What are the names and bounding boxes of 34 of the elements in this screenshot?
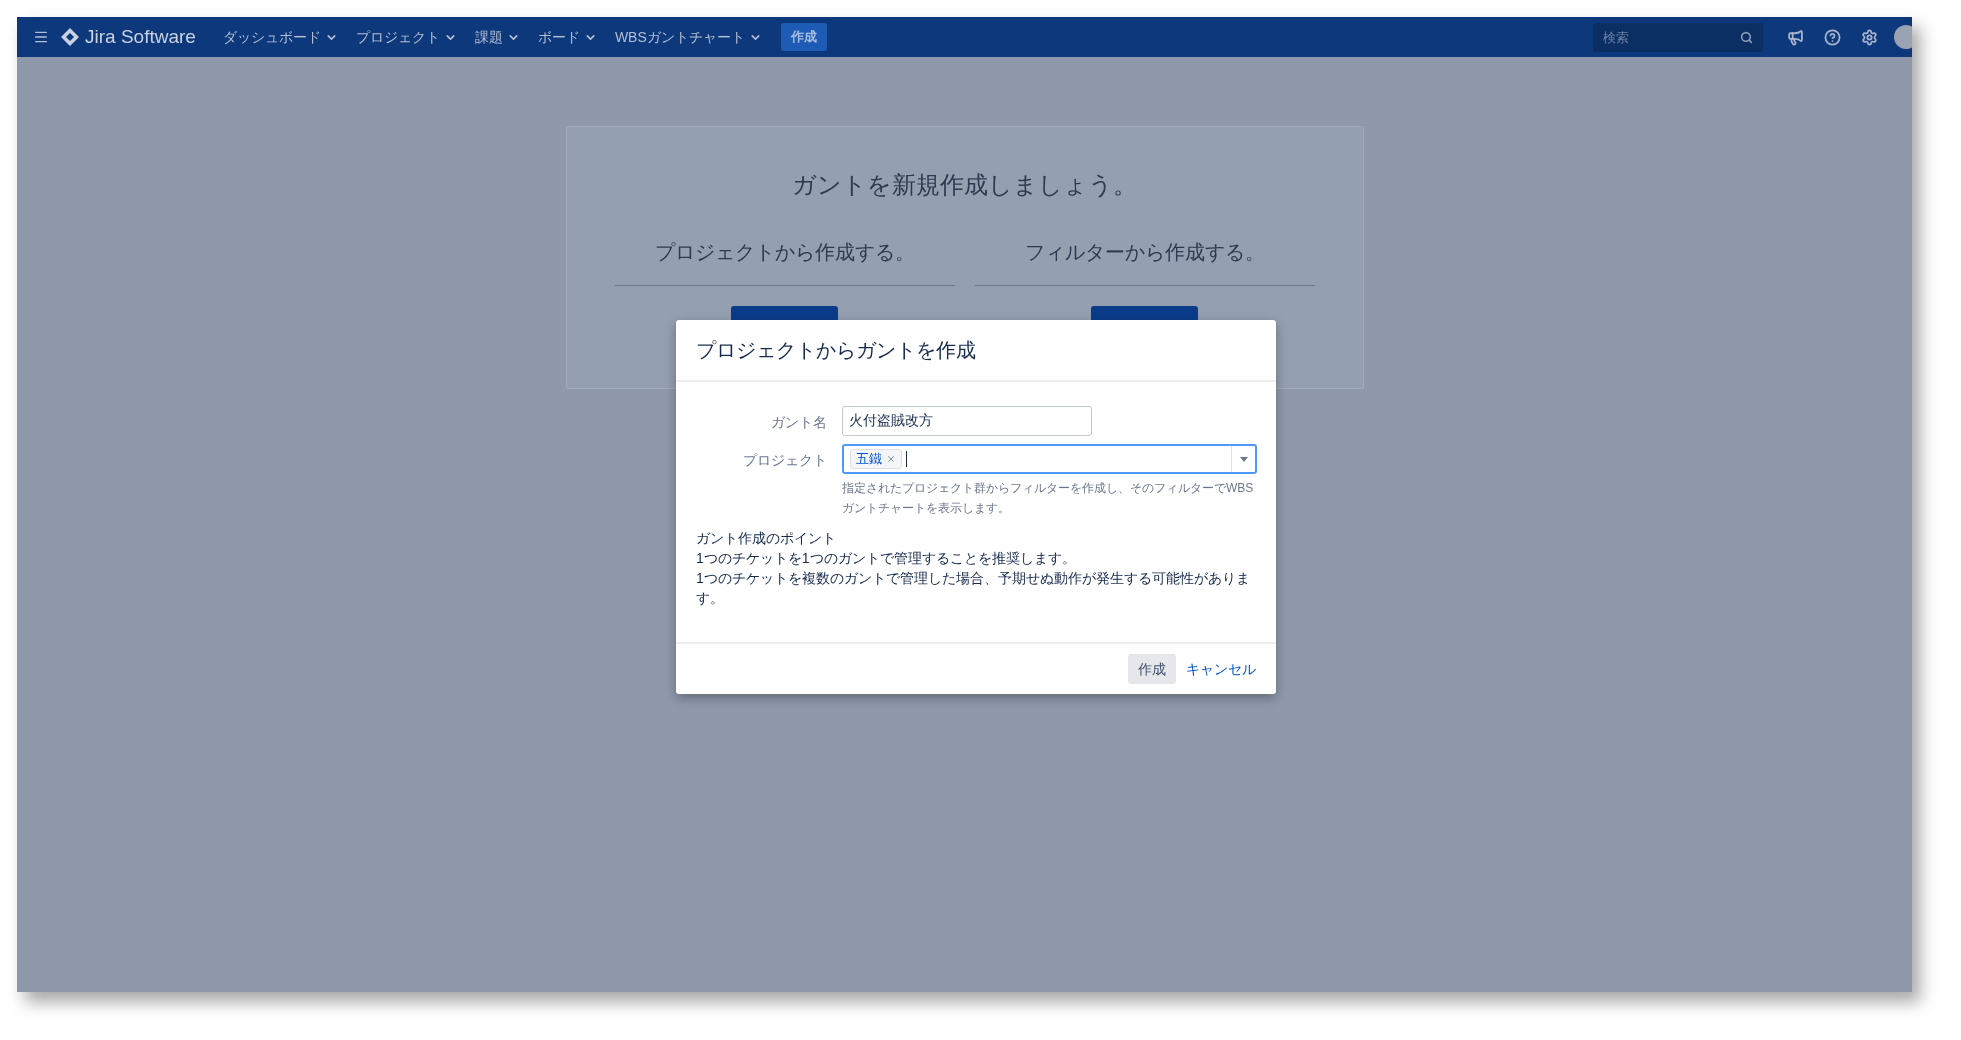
nav-menu-item[interactable]: WBSガントチャート xyxy=(605,21,771,53)
avatar[interactable] xyxy=(1894,25,1912,49)
dialog-title: プロジェクトからガントを作成 xyxy=(696,338,976,363)
note-text: 1つのチケットを複数のガントで管理した場合、予期せぬ動作が発生する可能性があります。 xyxy=(696,569,1251,608)
diamond-logo-icon xyxy=(61,28,79,46)
tag-chip[interactable]: 五鐵 xyxy=(850,449,902,469)
text-cursor xyxy=(906,451,907,467)
text-field[interactable]: 火付盗賊改方 xyxy=(842,406,1092,436)
card-title: ガントを新規作成しましょう。 xyxy=(792,170,1137,200)
note-text: 1つのチケットを1つのガントで管理することを推奨します。 xyxy=(696,549,1077,568)
nav-menu-item[interactable]: ボード xyxy=(528,21,606,53)
nav-menu-item[interactable]: ダッシュボード xyxy=(213,21,347,53)
menu-icon[interactable] xyxy=(33,29,49,45)
create-button[interactable]: 作成 xyxy=(780,23,827,51)
help-icon[interactable] xyxy=(1824,28,1841,46)
search-field[interactable]: 検索 xyxy=(1593,22,1763,52)
product-logo[interactable]: Jira Software xyxy=(61,22,196,52)
product-name: Jira Software xyxy=(85,24,196,49)
section-heading: フィルターから作成する。 xyxy=(974,237,1315,286)
nav-menu-item[interactable]: プロジェクト xyxy=(346,21,466,53)
section-heading: プロジェクトから作成する。 xyxy=(614,237,955,286)
settings-icon[interactable] xyxy=(1861,28,1878,46)
megaphone-icon[interactable] xyxy=(1787,28,1804,46)
project-select-field[interactable]: 五鐵 xyxy=(842,444,1257,474)
nav-menu-item[interactable]: 課題 xyxy=(465,21,529,53)
create-button[interactable]: 作成 xyxy=(1128,654,1176,684)
note-text: ガント作成のポイント xyxy=(696,529,837,548)
field-label: ガント名 xyxy=(770,413,827,432)
cancel-link[interactable]: キャンセル xyxy=(1186,654,1256,684)
field-label: プロジェクト xyxy=(742,451,827,470)
help-text: 指定されたプロジェクト群からフィルターを作成し、そのフィルターでWBSガントチャートを表示します。 xyxy=(842,480,1255,517)
search-icon xyxy=(1740,30,1753,44)
remove-icon[interactable] xyxy=(886,454,896,464)
caret-icon xyxy=(1239,456,1248,462)
